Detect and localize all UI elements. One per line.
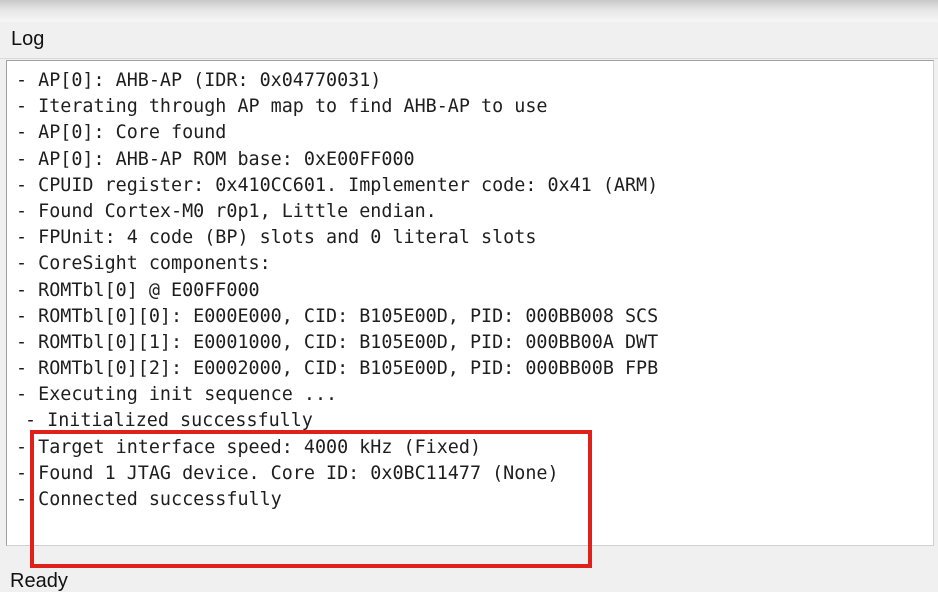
log-line: - Target interface speed: 4000 kHz (Fixe… <box>16 436 482 458</box>
log-line: - Found Cortex-M0 r0p1, Little endian. <box>16 200 437 222</box>
log-line: - Initialized successfully <box>25 410 313 432</box>
log-line: - Connected successfully <box>16 489 282 510</box>
log-line: - AP[0]: AHB-AP (IDR: 0x04770031) <box>16 70 382 91</box>
log-line: - AP[0]: Core found <box>16 122 227 144</box>
status-bar: Ready <box>0 570 938 592</box>
log-line: - ROMTbl[0][2]: E0002000, CID: B105E00D,… <box>16 358 659 380</box>
log-title: Log <box>11 28 45 50</box>
log-header: Log <box>0 22 938 59</box>
log-line: - Executing init sequence ... <box>16 384 338 406</box>
log-line: - FPUnit: 4 code (BP) slots and 0 litera… <box>16 227 537 249</box>
log-window: Log - AP[0]: AHB-AP (IDR: 0x04770031) - … <box>0 22 938 592</box>
log-line: - Found 1 JTAG device. Core ID: 0x0BC114… <box>16 462 559 484</box>
log-line: - ROMTbl[0][1]: E0001000, CID: B105E00D,… <box>16 331 659 353</box>
log-panel[interactable]: - AP[0]: AHB-AP (IDR: 0x04770031) - Iter… <box>6 60 934 546</box>
log-line: - ROMTbl[0][0]: E000E000, CID: B105E00D,… <box>16 305 659 327</box>
log-line: - AP[0]: AHB-AP ROM base: 0xE00FF000 <box>16 148 415 170</box>
log-line: - Iterating through AP map to find AHB-A… <box>16 96 548 118</box>
log-line: - ROMTbl[0] @ E00FF000 <box>16 279 260 301</box>
log-lines: - AP[0]: AHB-AP (IDR: 0x04770031) - Iter… <box>16 68 658 513</box>
log-line: - CoreSight components: <box>16 253 271 275</box>
window-top-edge <box>0 0 938 22</box>
log-line: - CPUID register: 0x410CC601. Implemente… <box>16 174 659 196</box>
status-text: Ready <box>10 570 68 592</box>
